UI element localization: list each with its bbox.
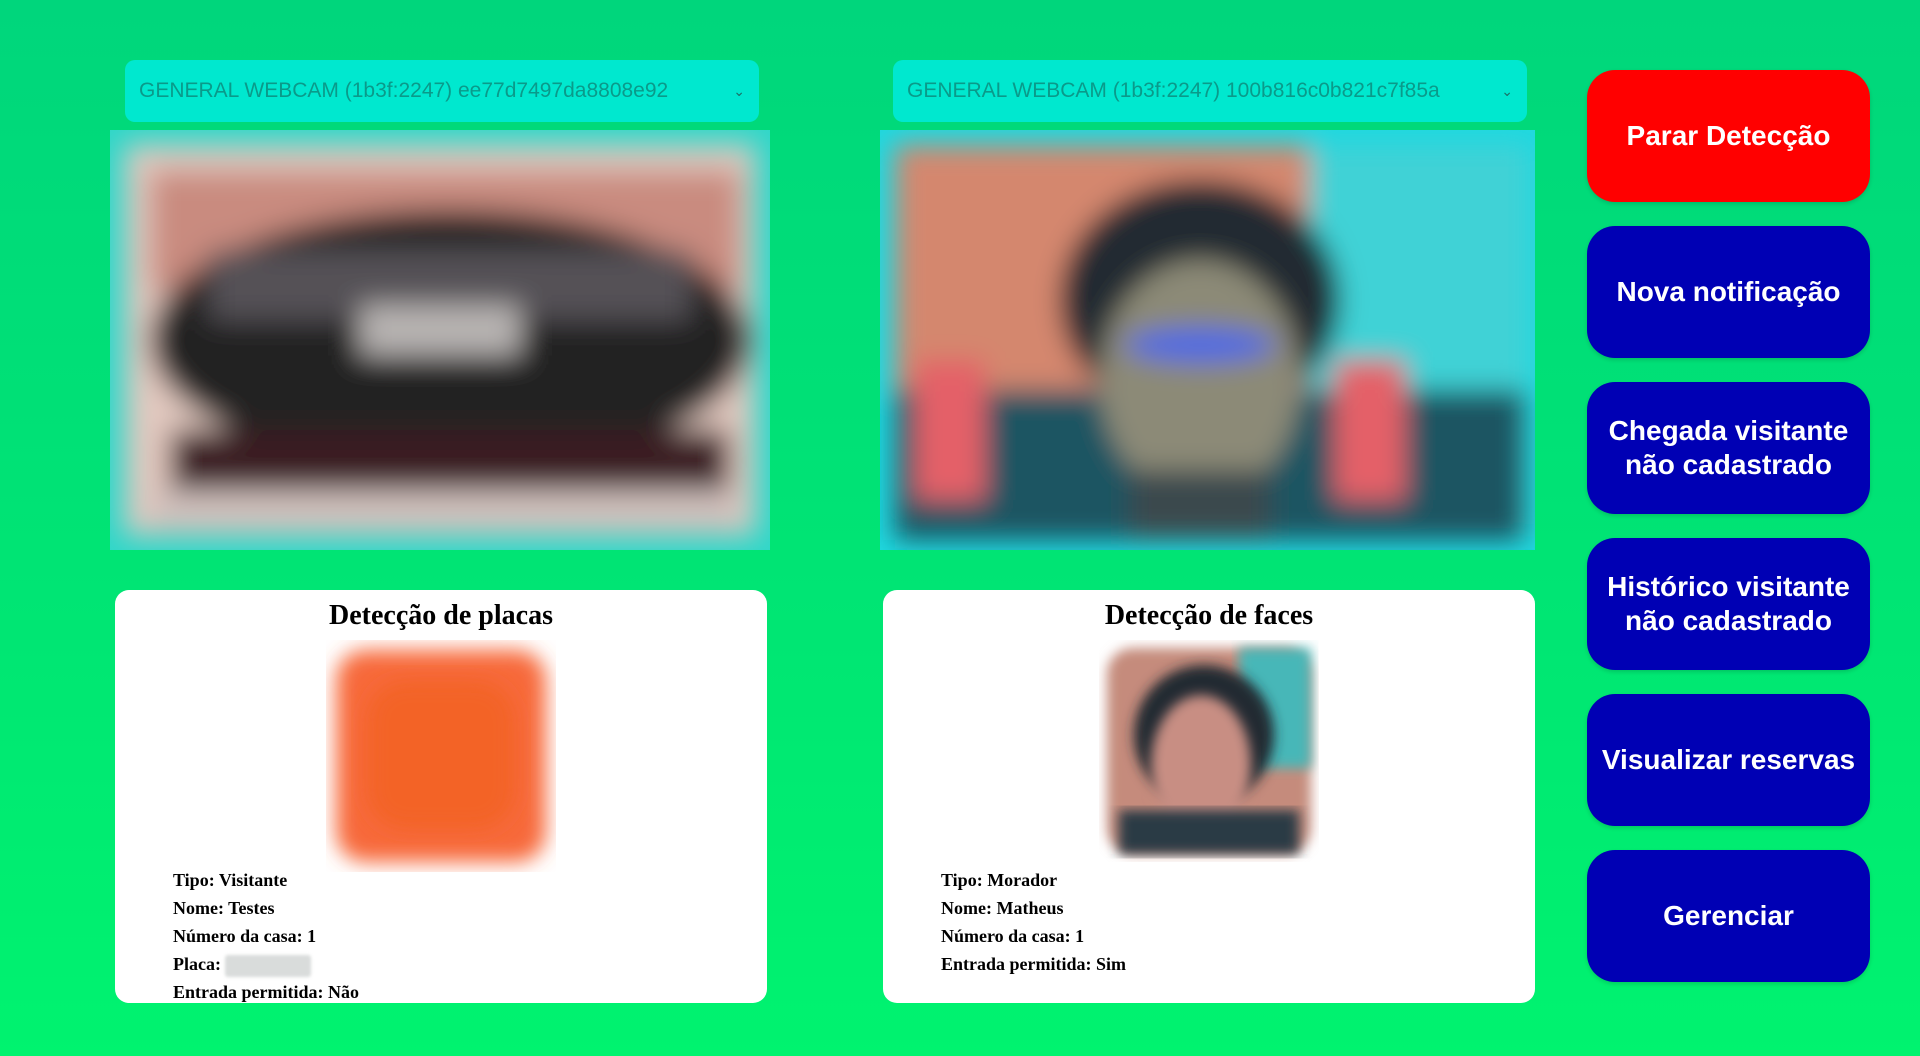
chevron-down-icon: ⌄ (733, 82, 745, 99)
info-row-name: Nome: Matheus (941, 898, 1064, 918)
info-row-house: Número da casa: 1 (941, 926, 1085, 946)
face-camera-feed (880, 130, 1535, 550)
face-snapshot (1099, 640, 1319, 862)
info-row-plate: Placa: (173, 950, 359, 978)
camera-select-plate[interactable]: GENERAL WEBCAM (1b3f:2247) ee77d7497da88… (125, 60, 759, 122)
info-row-entry: Entrada permitida: Não (173, 982, 359, 1002)
new-notification-button[interactable]: Nova notificação (1587, 226, 1870, 358)
unregistered-visitor-history-button[interactable]: Histórico visitante não cadastrado (1587, 538, 1870, 670)
plate-camera-feed (110, 130, 770, 550)
stop-detection-button[interactable]: Parar Detecção (1587, 70, 1870, 202)
view-reservations-button[interactable]: Visualizar reservas (1587, 694, 1870, 826)
manage-button[interactable]: Gerenciar (1587, 850, 1870, 982)
info-row-name: Nome: Testes (173, 898, 275, 918)
plate-snapshot (326, 640, 556, 872)
face-detection-panel: Detecção de faces Tipo: Morador Nome: Ma… (883, 590, 1535, 1003)
panel-title: Detecção de faces (1104, 600, 1314, 631)
plate-number-redacted (225, 954, 312, 977)
info-row-type: Tipo: Morador (941, 870, 1058, 890)
plate-info: Tipo: Visitante Nome: Testes Número da c… (173, 866, 359, 1006)
unregistered-visitor-arrival-button[interactable]: Chegada visitante não cadastrado (1587, 382, 1870, 514)
camera-select-face[interactable]: GENERAL WEBCAM (1b3f:2247) 100b816c0b821… (893, 60, 1527, 122)
camera-select-value: GENERAL WEBCAM (1b3f:2247) 100b816c0b821… (907, 79, 1440, 102)
chevron-down-icon: ⌄ (1501, 82, 1513, 99)
info-row-house: Número da casa: 1 (173, 926, 317, 946)
info-row-entry: Entrada permitida: Sim (941, 954, 1127, 974)
plate-detection-panel: Detecção de placas Tipo: Visitante Nome:… (115, 590, 767, 1003)
panel-title: Detecção de placas (329, 600, 553, 631)
info-row-type: Tipo: Visitante (173, 870, 288, 890)
camera-select-value: GENERAL WEBCAM (1b3f:2247) ee77d7497da88… (139, 79, 669, 102)
face-info: Tipo: Morador Nome: Matheus Número da ca… (941, 866, 1126, 978)
